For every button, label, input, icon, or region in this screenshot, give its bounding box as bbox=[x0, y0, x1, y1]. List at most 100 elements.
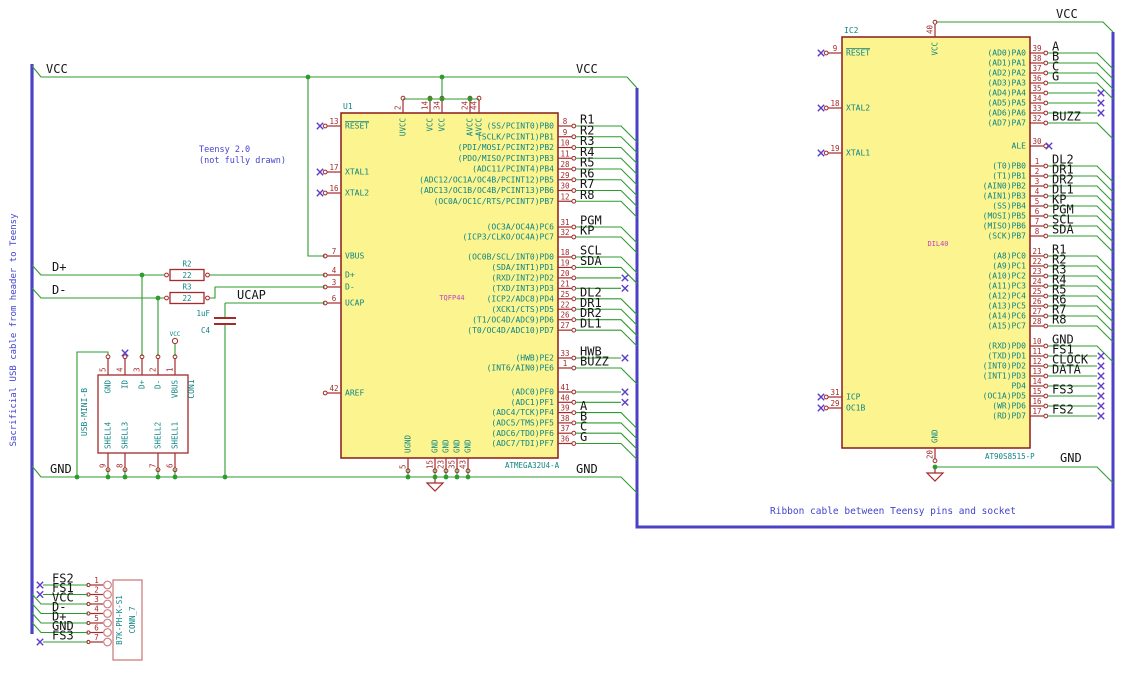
net-label-gnd[interactable]: GND bbox=[576, 462, 598, 476]
u1-symbol-package: TQFP44 bbox=[439, 294, 464, 302]
c4-symbol[interactable]: 1uF C4 bbox=[196, 309, 236, 335]
pin-number: 6 bbox=[166, 463, 175, 468]
conn7-symbol[interactable]: B7K-PH-K-S1 CONN_7 1234567 bbox=[86, 576, 143, 661]
pin-end-circle bbox=[823, 150, 829, 156]
pin-number: 37 bbox=[1032, 64, 1041, 73]
pin-number: 5 bbox=[94, 614, 99, 623]
net-label-buzz[interactable]: BUZZ bbox=[580, 355, 609, 369]
pin-name: D+ bbox=[138, 380, 147, 390]
pin-name: D- bbox=[154, 380, 163, 389]
wire[interactable] bbox=[575, 442, 638, 460]
pin-name: VCC bbox=[931, 42, 940, 56]
note-teensy[interactable]: Teensy 2.0 (not fully drawn) bbox=[199, 145, 286, 167]
u1-symbol-ref[interactable]: U1 bbox=[343, 102, 353, 111]
pin-name: (INT6/AIN0)PE6 bbox=[487, 364, 555, 373]
pin-end-circle bbox=[1043, 80, 1049, 86]
pin-end-circle bbox=[1043, 323, 1049, 329]
net-label-dl1[interactable]: DL1 bbox=[580, 317, 602, 331]
no-connect-x bbox=[316, 122, 324, 130]
pin-name: (AIN1)PB3 bbox=[983, 192, 1027, 201]
pin-number: 20 bbox=[926, 449, 935, 459]
net-label-fs3[interactable]: FS3 bbox=[52, 629, 74, 643]
pin-name: (T0/OC4D/ADC10)PD7 bbox=[467, 326, 554, 335]
no-connect-x bbox=[817, 404, 825, 412]
net-label-dminus[interactable]: D- bbox=[52, 283, 66, 297]
vcc-power-symbol[interactable]: VCC bbox=[170, 331, 181, 345]
wire[interactable] bbox=[31, 65, 638, 89]
pin-number: 36 bbox=[560, 435, 570, 444]
schematic-canvas: VCC VCC GND GND D+ D- UCAP VCC GND U1 ATMEGA32U4-A… bbox=[30, 7, 1115, 661]
con1-symbol[interactable]: USB-MINI-B CON1 5 GND 4 ID 3 D+ 2 D- 1 VBUS 9 SHELL4 8… bbox=[80, 354, 196, 473]
net-label-buzz[interactable]: BUZZ bbox=[1052, 110, 1081, 124]
pin-end-circle bbox=[1043, 213, 1049, 219]
pin-end-circle bbox=[571, 317, 577, 323]
wire[interactable] bbox=[934, 465, 1114, 484]
net-label-r8[interactable]: R8 bbox=[580, 188, 594, 202]
junction-dot bbox=[74, 474, 80, 480]
pin-name: SHELL4 bbox=[104, 421, 113, 449]
no-connect-x bbox=[36, 590, 44, 599]
r2-symbol[interactable]: R222 bbox=[164, 260, 210, 282]
pin-number: 19 bbox=[830, 144, 839, 153]
net-label-ucap[interactable]: UCAP bbox=[237, 288, 266, 302]
pin-end-circle bbox=[823, 405, 829, 411]
pin-end-circle bbox=[571, 275, 577, 281]
c4-value: 1uF bbox=[196, 309, 210, 318]
pin-number: 4 bbox=[1035, 187, 1040, 196]
net-label-g[interactable]: G bbox=[1052, 70, 1059, 84]
net-label-r8[interactable]: R8 bbox=[1052, 313, 1066, 327]
wire[interactable] bbox=[307, 77, 325, 257]
pin-number: 28 bbox=[1032, 317, 1042, 326]
pin-name: (A8)PC0 bbox=[992, 252, 1026, 261]
note-ribbon[interactable]: Ribbon cable between Teensy pins and soc… bbox=[593, 506, 1131, 517]
no-connect-x bbox=[36, 638, 44, 646]
pin-end-circle bbox=[571, 355, 577, 361]
no-connect-x bbox=[1097, 352, 1105, 360]
net-label-dplus[interactable]: D+ bbox=[52, 260, 66, 274]
pin-number: 1 bbox=[1035, 157, 1040, 166]
pin-end-circle bbox=[571, 306, 577, 312]
junction-dot bbox=[155, 295, 161, 301]
net-label-gnd[interactable]: GND bbox=[1060, 451, 1082, 465]
u1-symbol-value[interactable]: ATMEGA32U4-A bbox=[505, 461, 560, 470]
pin-number: 15 bbox=[426, 460, 435, 469]
net-label-gnd[interactable]: GND bbox=[50, 462, 72, 476]
pin-end-circle bbox=[823, 50, 829, 56]
net-label-kp[interactable]: KP bbox=[580, 224, 594, 238]
pin-number: 14 bbox=[1032, 377, 1042, 386]
r3-symbol[interactable]: R322 bbox=[164, 283, 210, 305]
net-label-g[interactable]: G bbox=[580, 430, 587, 444]
u1-symbol[interactable]: U1ATMEGA32U4-ATQFP4413RESET17XTAL116XTAL… bbox=[322, 95, 577, 474]
pin-end-circle bbox=[1043, 60, 1049, 66]
pin-number: 1 bbox=[94, 576, 99, 585]
pin-number: 2 bbox=[94, 586, 99, 595]
net-label-vcc[interactable]: VCC bbox=[576, 62, 598, 76]
net-label-data[interactable]: DATA bbox=[1052, 363, 1082, 377]
net-label-sda[interactable]: SDA bbox=[1052, 223, 1074, 237]
pin-end-circle bbox=[1043, 273, 1049, 279]
wire[interactable] bbox=[575, 367, 638, 385]
net-label-sda[interactable]: SDA bbox=[580, 254, 602, 268]
pin-end-circle bbox=[1043, 110, 1049, 116]
pin-name: (ADC0)PF0 bbox=[511, 388, 555, 397]
net-label-fs3[interactable]: FS3 bbox=[1052, 383, 1074, 397]
ic2-symbol-ref[interactable]: IC2 bbox=[844, 26, 859, 35]
ic2-symbol[interactable]: IC2AT90S8515-PDIL409RESET18XTAL219XTAL13… bbox=[823, 19, 1049, 464]
net-label-fs2[interactable]: FS2 bbox=[1052, 403, 1074, 417]
pin-name: SHELL2 bbox=[154, 422, 163, 449]
net-label-vcc[interactable]: VCC bbox=[46, 62, 68, 76]
pin-number: 38 bbox=[560, 414, 570, 423]
pin-name: RESET bbox=[345, 122, 369, 131]
pin-name: (PDI/MOSI/PCINT2)PB2 bbox=[458, 143, 555, 152]
pin-number: 17 bbox=[1032, 407, 1041, 416]
ic2-symbol-value[interactable]: AT90S8515-P bbox=[985, 452, 1035, 461]
wire[interactable] bbox=[1047, 122, 1114, 140]
wire[interactable] bbox=[209, 286, 325, 299]
note-sacrificial-usb[interactable]: Sacrificial USB cable from header to Tee… bbox=[9, 214, 19, 447]
pin-number: 9 bbox=[833, 44, 838, 53]
gnd-triangle bbox=[425, 482, 445, 492]
no-connect-x bbox=[1097, 392, 1105, 400]
wire[interactable] bbox=[936, 21, 1114, 33]
pin-end-circle bbox=[571, 166, 577, 172]
net-label-vcc[interactable]: VCC bbox=[1056, 7, 1078, 21]
